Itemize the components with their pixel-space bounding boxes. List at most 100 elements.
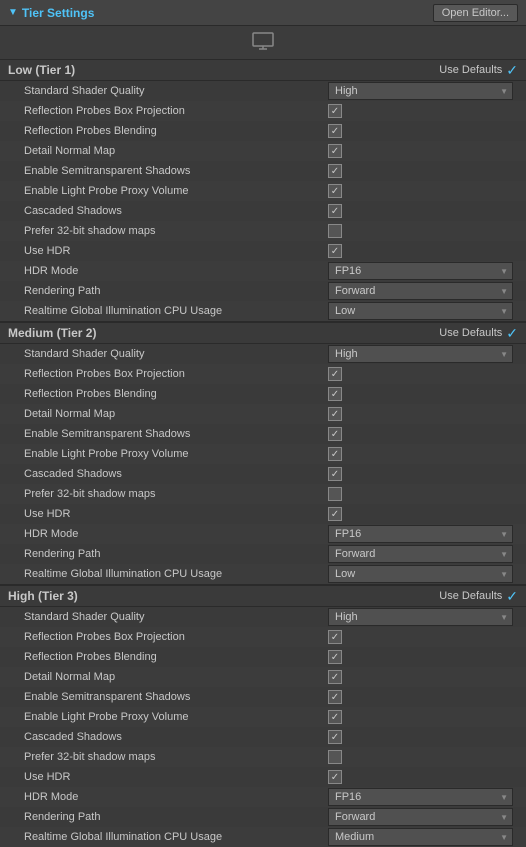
row-value-tier1-8: ✓	[328, 244, 518, 258]
row-value-tier2-4: ✓	[328, 427, 518, 441]
use-defaults-check-tier2[interactable]: ✓	[506, 325, 518, 342]
dropdown-tier2-9[interactable]: FP16	[328, 525, 513, 543]
tier-settings-header: ▼ Tier Settings Open Editor...	[0, 0, 526, 26]
checkbox-tier3-2[interactable]: ✓	[328, 650, 342, 664]
dropdown-tier3-0[interactable]: High	[328, 608, 513, 626]
row-value-tier1-9[interactable]: FP16	[328, 262, 518, 280]
checkbox-tier1-5[interactable]: ✓	[328, 184, 342, 198]
dropdown-tier3-9[interactable]: FP16	[328, 788, 513, 806]
row-label-tier3-2: Reflection Probes Blending	[24, 651, 328, 663]
checkbox-tier3-6[interactable]: ✓	[328, 730, 342, 744]
checkbox-tier1-2[interactable]: ✓	[328, 124, 342, 138]
row-label-tier1-0: Standard Shader Quality	[24, 85, 328, 97]
row-value-tier1-1: ✓	[328, 104, 518, 118]
use-defaults-check-tier1[interactable]: ✓	[506, 62, 518, 79]
row-value-tier3-4: ✓	[328, 690, 518, 704]
dropdown-tier3-11[interactable]: Medium	[328, 828, 513, 846]
row-value-tier3-0[interactable]: High	[328, 608, 518, 626]
settings-row-tier2-7: Prefer 32-bit shadow maps	[0, 484, 526, 504]
checkbox-tier3-5[interactable]: ✓	[328, 710, 342, 724]
checkbox-tier1-4[interactable]: ✓	[328, 164, 342, 178]
dropdown-tier3-10[interactable]: Forward	[328, 808, 513, 826]
row-value-tier3-3: ✓	[328, 670, 518, 684]
row-value-tier1-6: ✓	[328, 204, 518, 218]
row-label-tier1-2: Reflection Probes Blending	[24, 125, 328, 137]
checkbox-tier2-2[interactable]: ✓	[328, 387, 342, 401]
row-label-tier3-1: Reflection Probes Box Projection	[24, 631, 328, 643]
row-label-tier3-6: Cascaded Shadows	[24, 731, 328, 743]
checkbox-tier2-5[interactable]: ✓	[328, 447, 342, 461]
monitor-icon	[252, 32, 274, 55]
row-value-tier1-0[interactable]: High	[328, 82, 518, 100]
checkbox-tier3-1[interactable]: ✓	[328, 630, 342, 644]
row-value-tier3-9[interactable]: FP16	[328, 788, 518, 806]
settings-row-tier3-5: Enable Light Probe Proxy Volume✓	[0, 707, 526, 727]
settings-row-tier1-5: Enable Light Probe Proxy Volume✓	[0, 181, 526, 201]
checkbox-tier1-6[interactable]: ✓	[328, 204, 342, 218]
row-value-tier3-7	[328, 750, 518, 764]
row-value-tier2-11[interactable]: Low	[328, 565, 518, 583]
checkbox-tier1-8[interactable]: ✓	[328, 244, 342, 258]
checkbox-tier2-3[interactable]: ✓	[328, 407, 342, 421]
checkbox-tier2-1[interactable]: ✓	[328, 367, 342, 381]
row-label-tier1-5: Enable Light Probe Proxy Volume	[24, 185, 328, 197]
tier-header-tier3: High (Tier 3) Use Defaults ✓	[0, 585, 526, 607]
dropdown-tier2-11[interactable]: Low	[328, 565, 513, 583]
row-label-tier1-3: Detail Normal Map	[24, 145, 328, 157]
dropdown-tier2-10[interactable]: Forward	[328, 545, 513, 563]
dropdown-tier1-0[interactable]: High	[328, 82, 513, 100]
row-label-tier2-1: Reflection Probes Box Projection	[24, 368, 328, 380]
header-title: Tier Settings	[22, 6, 433, 20]
checkbox-tier3-3[interactable]: ✓	[328, 670, 342, 684]
checkbox-tier2-8[interactable]: ✓	[328, 507, 342, 521]
dropdown-tier1-9[interactable]: FP16	[328, 262, 513, 280]
use-defaults-label-tier1: Use Defaults	[439, 64, 502, 76]
row-value-tier3-11[interactable]: Medium	[328, 828, 518, 846]
checkbox-tier3-7[interactable]	[328, 750, 342, 764]
settings-row-tier1-3: Detail Normal Map✓	[0, 141, 526, 161]
row-value-tier2-0[interactable]: High	[328, 345, 518, 363]
settings-row-tier2-10: Rendering PathForward	[0, 544, 526, 564]
row-label-tier2-7: Prefer 32-bit shadow maps	[24, 488, 328, 500]
row-value-tier1-11[interactable]: Low	[328, 302, 518, 320]
row-label-tier2-9: HDR Mode	[24, 528, 328, 540]
checkbox-tier2-7[interactable]	[328, 487, 342, 501]
row-value-tier3-6: ✓	[328, 730, 518, 744]
checkbox-tier2-6[interactable]: ✓	[328, 467, 342, 481]
use-defaults-check-tier3[interactable]: ✓	[506, 588, 518, 605]
checkbox-tier3-4[interactable]: ✓	[328, 690, 342, 704]
row-label-tier2-0: Standard Shader Quality	[24, 348, 328, 360]
row-value-tier1-4: ✓	[328, 164, 518, 178]
checkbox-tier3-8[interactable]: ✓	[328, 770, 342, 784]
row-value-tier2-9[interactable]: FP16	[328, 525, 518, 543]
row-value-tier3-8: ✓	[328, 770, 518, 784]
row-value-tier3-5: ✓	[328, 710, 518, 724]
row-label-tier2-10: Rendering Path	[24, 548, 328, 560]
row-label-tier2-4: Enable Semitransparent Shadows	[24, 428, 328, 440]
row-label-tier3-8: Use HDR	[24, 771, 328, 783]
row-value-tier2-3: ✓	[328, 407, 518, 421]
row-value-tier1-10[interactable]: Forward	[328, 282, 518, 300]
dropdown-tier1-11[interactable]: Low	[328, 302, 513, 320]
row-value-tier2-10[interactable]: Forward	[328, 545, 518, 563]
settings-row-tier2-9: HDR ModeFP16	[0, 524, 526, 544]
row-value-tier2-6: ✓	[328, 467, 518, 481]
row-value-tier3-10[interactable]: Forward	[328, 808, 518, 826]
checkbox-tier1-3[interactable]: ✓	[328, 144, 342, 158]
row-label-tier2-11: Realtime Global Illumination CPU Usage	[24, 568, 328, 580]
open-editor-button[interactable]: Open Editor...	[433, 4, 518, 22]
checkbox-tier2-4[interactable]: ✓	[328, 427, 342, 441]
use-defaults-label-tier3: Use Defaults	[439, 590, 502, 602]
checkbox-tier1-7[interactable]	[328, 224, 342, 238]
tier-label-tier1: Low (Tier 1)	[8, 63, 439, 77]
settings-row-tier3-7: Prefer 32-bit shadow maps	[0, 747, 526, 767]
tier-label-tier2: Medium (Tier 2)	[8, 326, 439, 340]
settings-row-tier2-6: Cascaded Shadows✓	[0, 464, 526, 484]
dropdown-tier2-0[interactable]: High	[328, 345, 513, 363]
dropdown-tier1-10[interactable]: Forward	[328, 282, 513, 300]
row-label-tier1-10: Rendering Path	[24, 285, 328, 297]
checkbox-tier1-1[interactable]: ✓	[328, 104, 342, 118]
row-value-tier1-2: ✓	[328, 124, 518, 138]
row-value-tier1-5: ✓	[328, 184, 518, 198]
row-label-tier3-4: Enable Semitransparent Shadows	[24, 691, 328, 703]
